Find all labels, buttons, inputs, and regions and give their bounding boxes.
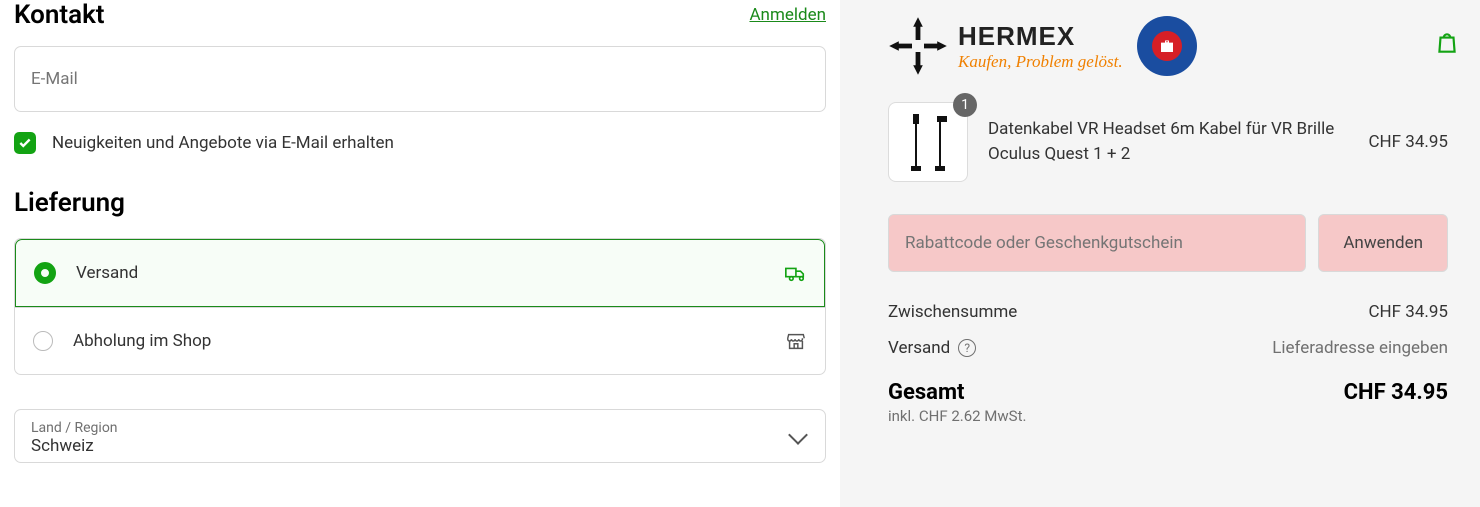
pickup-label: Abholung im Shop [73, 331, 211, 351]
discount-input[interactable] [888, 214, 1306, 272]
checkmark-icon [18, 136, 32, 150]
apply-button[interactable]: Anwenden [1318, 214, 1448, 272]
gift-icon [1159, 38, 1175, 54]
radio-selected-icon [34, 262, 56, 284]
brand-header: HERMEX Kaufen, Problem gelöst. [888, 10, 1448, 76]
shipping-label: Versand [76, 263, 138, 283]
subtotal-value: CHF 34.95 [1368, 302, 1448, 322]
chevron-down-icon [788, 425, 808, 445]
shipping-label: Versand [888, 338, 950, 358]
product-thumb: 1 [888, 102, 968, 182]
hermex-logo-icon [888, 16, 948, 76]
cart-item: 1 Datenkabel VR Headset 6m Kabel für VR … [888, 102, 1448, 182]
total-value: CHF 34.95 [1344, 380, 1448, 405]
delivery-option-pickup[interactable]: Abholung im Shop [15, 307, 825, 374]
newsletter-checkbox[interactable] [14, 132, 36, 154]
contact-heading: Kontakt [14, 0, 105, 30]
item-price: CHF 34.95 [1368, 132, 1448, 152]
radio-unselected-icon [33, 331, 53, 351]
qty-badge: 1 [953, 93, 977, 117]
bag-icon[interactable] [1434, 30, 1460, 56]
country-value: Schweiz [31, 436, 118, 456]
country-label: Land / Region [31, 420, 118, 436]
cable-icon [903, 112, 953, 172]
shipping-value: Lieferadresse eingeben [1272, 338, 1448, 358]
tax-note: inkl. CHF 2.62 MwSt. [888, 407, 1448, 425]
help-icon[interactable]: ? [958, 339, 976, 357]
subtotal-label: Zwischensumme [888, 302, 1017, 322]
login-link[interactable]: Anmelden [749, 5, 826, 25]
truck-icon [784, 262, 806, 284]
newsletter-label: Neuigkeiten und Angebote via E-Mail erha… [52, 133, 394, 153]
swiss-guarantee-badge [1137, 16, 1197, 76]
delivery-heading: Lieferung [14, 188, 826, 218]
delivery-option-shipping[interactable]: Versand [15, 239, 825, 307]
store-icon [785, 330, 807, 352]
country-select[interactable]: Land / Region Schweiz [14, 409, 826, 463]
delivery-method-group: Versand Abholung im Shop [14, 238, 826, 375]
email-field[interactable] [14, 46, 826, 112]
total-label: Gesamt [888, 380, 964, 405]
item-title: Datenkabel VR Headset 6m Kabel für VR Br… [988, 117, 1348, 168]
brand-slogan: Kaufen, Problem gelöst. [958, 52, 1123, 72]
brand-name: HERMEX [958, 21, 1123, 52]
